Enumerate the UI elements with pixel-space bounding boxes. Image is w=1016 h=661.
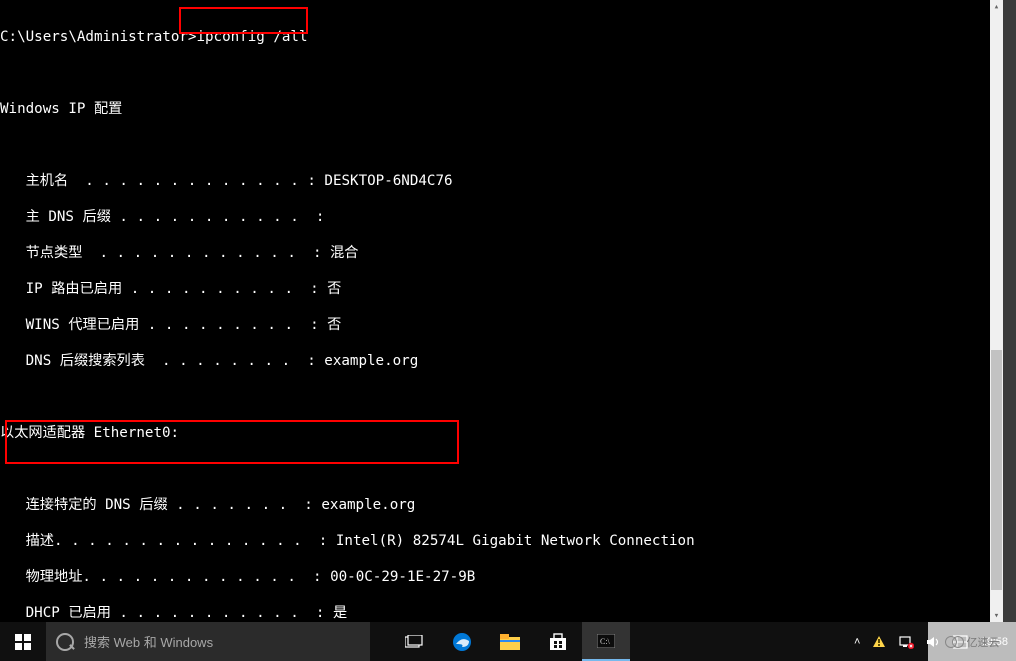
adapter-dhcp-enabled: DHCP 已启用 . . . . . . . . . . . : 是 — [0, 604, 990, 622]
cfg-wins-proxy: WINS 代理已启用 . . . . . . . . . : 否 — [0, 316, 990, 334]
store-icon — [549, 633, 567, 651]
cfg-primary-dns-suffix: 主 DNS 后缀 . . . . . . . . . . . : — [0, 208, 990, 226]
cfg-dns-suffix-list: DNS 后缀搜索列表 . . . . . . . . : example.org — [0, 352, 990, 370]
watermark-logo-icon — [945, 636, 963, 648]
search-icon — [56, 633, 74, 651]
cmd-blank — [0, 136, 990, 154]
network-error-icon[interactable] — [899, 635, 914, 649]
taskbar-pinned-apps: C:\ — [370, 622, 630, 661]
adapter-physical-address: 物理地址. . . . . . . . . . . . . : 00-0C-29… — [0, 568, 990, 586]
cmd-command: ipconfig /all — [196, 29, 307, 45]
edge-icon — [452, 632, 472, 652]
cmd-taskbar-button[interactable]: C:\ — [582, 622, 630, 661]
edge-browser-button[interactable] — [438, 622, 486, 661]
scroll-thumb[interactable] — [991, 350, 1002, 590]
taskbar-search-input[interactable]: 搜索 Web 和 Windows — [46, 622, 370, 661]
vertical-scrollbar[interactable]: ▴ ▾ — [990, 0, 1003, 622]
cfg-host-name: 主机名 . . . . . . . . . . . . . : DESKTOP-… — [0, 172, 990, 190]
watermark: 亿速云 — [928, 622, 1016, 661]
file-explorer-button[interactable] — [486, 622, 534, 661]
cfg-node-type: 节点类型 . . . . . . . . . . . . : 混合 — [0, 244, 990, 262]
cmd-prompt-line: C:\Users\Administrator>ipconfig /all — [0, 28, 990, 46]
cmd-blank — [0, 460, 990, 478]
scroll-down-button[interactable]: ▾ — [990, 609, 1003, 622]
cmd-window: C:\Users\Administrator>ipconfig /all Win… — [0, 0, 1003, 622]
task-view-icon — [405, 635, 423, 649]
cfg-ip-routing: IP 路由已启用 . . . . . . . . . . : 否 — [0, 280, 990, 298]
cmd-section-header: Windows IP 配置 — [0, 100, 990, 118]
cmd-output[interactable]: C:\Users\Administrator>ipconfig /all Win… — [0, 0, 990, 622]
adapter-dns-suffix: 连接特定的 DNS 后缀 . . . . . . . : example.org — [0, 496, 990, 514]
windows-logo-icon — [15, 634, 31, 650]
cmd-blank — [0, 64, 990, 82]
scroll-up-button[interactable]: ▴ — [990, 0, 1003, 13]
start-button[interactable] — [0, 622, 46, 661]
taskbar: 搜索 Web 和 Windows C:\ ˄ 19:58 — [0, 622, 1016, 661]
task-view-button[interactable] — [390, 622, 438, 661]
cmd-icon: C:\ — [597, 634, 615, 648]
store-button[interactable] — [534, 622, 582, 661]
tray-overflow-button[interactable]: ˄ — [854, 636, 860, 648]
watermark-text: 亿速云 — [967, 634, 1000, 650]
folder-icon — [500, 634, 520, 650]
cmd-blank — [0, 388, 990, 406]
cmd-prompt-prefix: C:\Users\Administrator> — [0, 29, 196, 45]
security-warning-icon[interactable] — [872, 635, 887, 649]
adapter-description: 描述. . . . . . . . . . . . . . . : Intel(… — [0, 532, 990, 550]
adapter-header: 以太网适配器 Ethernet0: — [0, 424, 990, 442]
search-placeholder: 搜索 Web 和 Windows — [84, 632, 213, 651]
svg-text:C:\: C:\ — [600, 637, 611, 646]
